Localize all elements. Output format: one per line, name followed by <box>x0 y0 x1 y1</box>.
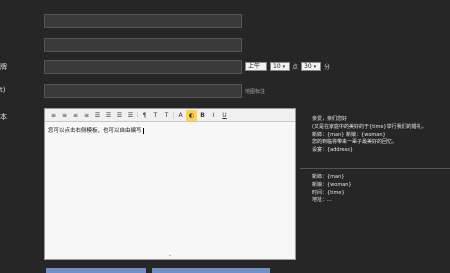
title-field-2[interactable] <box>44 38 242 52</box>
template-line: 新郎：{man} <box>312 174 345 180</box>
title-field-1[interactable] <box>44 14 242 28</box>
font-color-icon[interactable]: A <box>175 110 186 121</box>
row-label-1: 牌 <box>0 63 7 71</box>
minute-value: 30 <box>304 63 312 70</box>
minute-unit: 分 <box>324 64 331 71</box>
resize-handle-icon[interactable]: ⌄ <box>45 252 295 258</box>
align-justify-icon[interactable]: ≡ <box>81 110 92 121</box>
paragraph-icon[interactable]: ¶ <box>139 110 150 121</box>
address-field[interactable] <box>44 84 242 98</box>
indent-icon[interactable]: ☰ <box>125 110 136 121</box>
rich-text-editor[interactable]: ≡ ≡ ≡ ≡ ☰ ☰ ☰ ☰ | ¶ T T | A ◐ B I U 您可以点… <box>44 108 296 260</box>
ordered-list-icon[interactable]: ☰ <box>103 110 114 121</box>
template-block-2[interactable]: 新郎：{man} 新娘：{woman} 时间：{time} 地址：… <box>312 174 448 205</box>
bold-icon[interactable]: B <box>197 110 208 121</box>
template-line: 亲爱，亲们您好 <box>312 116 348 122</box>
font-family-icon[interactable]: T <box>161 110 172 121</box>
row-label-3: 本 <box>0 113 7 121</box>
chevron-down-icon: ▾ <box>282 64 286 70</box>
map-label-link[interactable]: 地图标注 <box>245 88 265 95</box>
minute-select[interactable]: 30 ▾ <box>301 62 321 71</box>
outdent-icon[interactable]: ☰ <box>114 110 125 121</box>
template-line: 新娘：{woman} <box>312 181 352 188</box>
template-line: 时间：{time} <box>312 189 345 196</box>
chevron-down-icon: ▾ <box>313 64 317 70</box>
hour-select[interactable]: 10 ▾ <box>270 62 290 71</box>
editor-content[interactable]: 您可以点击右侧模板，也可以自由编写 <box>45 122 295 138</box>
align-right-icon[interactable]: ≡ <box>70 110 81 121</box>
hour-value: 10 <box>273 63 281 70</box>
align-left-icon[interactable]: ≡ <box>48 110 59 121</box>
unordered-list-icon[interactable]: ☰ <box>92 110 103 121</box>
underline-icon[interactable]: U <box>219 110 230 121</box>
text-cursor <box>142 127 144 134</box>
preview-button[interactable] <box>152 268 270 273</box>
editor-text: 您可以点击右侧模板，也可以自由编写 <box>48 128 142 134</box>
template-block-1[interactable]: 亲爱，亲们您好 (又是在家庭中的美好的于{time}举行我们的婚礼， 新郎：{m… <box>312 116 448 155</box>
template-line: 设宴：{address} <box>312 147 354 154</box>
template-divider <box>300 168 450 169</box>
template-line: (又是在家庭中的美好的于{time}举行我们的婚礼， <box>312 123 427 130</box>
font-size-icon[interactable]: T <box>150 110 161 121</box>
editor-toolbar: ≡ ≡ ≡ ≡ ☰ ☰ ☰ ☰ | ¶ T T | A ◐ B I U <box>45 109 295 122</box>
chevron-down-icon: ▾ <box>250 72 253 78</box>
date-field[interactable] <box>44 60 242 74</box>
row-label-2: t) <box>0 86 6 94</box>
submit-button[interactable] <box>46 268 146 273</box>
align-center-icon[interactable]: ≡ <box>59 110 70 121</box>
ampm-value: 上午 <box>248 63 261 70</box>
italic-icon[interactable]: I <box>208 110 219 121</box>
ampm-select[interactable]: 上午 ▾ <box>245 62 267 78</box>
hour-unit: 点 <box>292 64 299 71</box>
template-line: 地址：… <box>312 197 333 204</box>
highlight-icon[interactable]: ◐ <box>186 109 197 121</box>
